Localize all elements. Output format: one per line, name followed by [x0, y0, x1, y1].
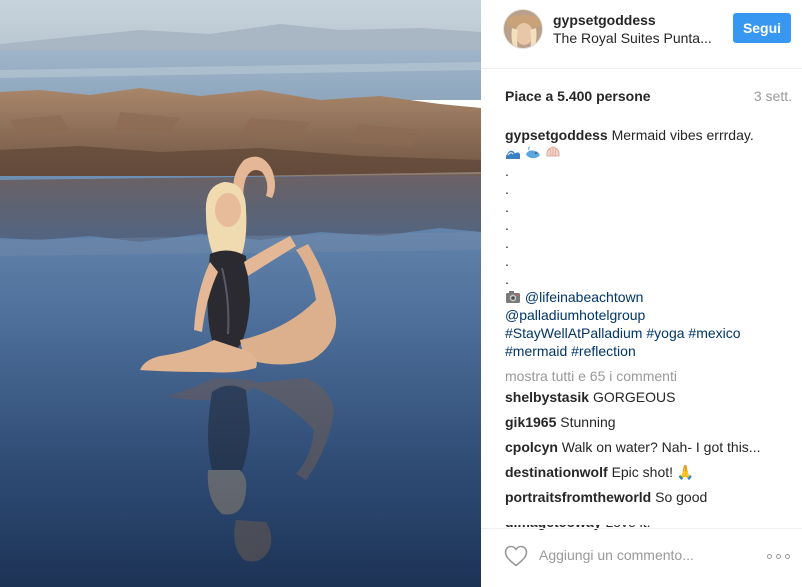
- shell-emoji: [546, 146, 560, 157]
- post-author[interactable]: gypsetgoddess: [553, 12, 656, 28]
- caption-emojis: [505, 144, 791, 162]
- caption-author[interactable]: gypsetgoddess: [505, 127, 608, 143]
- hashtag-link[interactable]: #mermaid: [505, 343, 567, 359]
- caption-dot: .: [505, 235, 509, 251]
- post-header: gypsetgoddess The Royal Suites Punta... …: [481, 0, 802, 69]
- add-comment-input[interactable]: [539, 547, 739, 563]
- camera-emoji: [506, 291, 520, 303]
- post-caption: gypsetgoddess Mermaid vibes errrday. . .…: [505, 126, 791, 360]
- comment-author[interactable]: gik1965: [505, 414, 556, 430]
- post-details-panel: gypsetgoddess The Royal Suites Punta... …: [481, 0, 802, 587]
- post-actions: [481, 528, 802, 587]
- comment-text: GORGEOUS: [592, 389, 676, 405]
- comment-author[interactable]: portraitsfromtheworld: [505, 489, 651, 505]
- avatar[interactable]: [503, 9, 543, 49]
- comment-text: So good: [655, 489, 708, 505]
- comment-item: destinationwolf Epic shot! 🙏: [505, 460, 791, 485]
- caption-text: Mermaid vibes errrday.: [611, 127, 754, 143]
- comment-item: shelbystasik GORGEOUS: [505, 385, 791, 410]
- heart-icon[interactable]: [503, 544, 529, 568]
- caption-dot: .: [505, 181, 509, 197]
- comment-text: Epic shot! 🙏: [611, 464, 695, 480]
- show-all-comments-link[interactable]: mostra tutti e 65 i commenti: [505, 367, 791, 385]
- post-location[interactable]: The Royal Suites Punta...: [553, 30, 712, 46]
- whale-emoji: [525, 146, 540, 159]
- comment-text: Stunning: [560, 414, 616, 430]
- caption-dot: .: [505, 271, 509, 287]
- comments-scroll-edge: [481, 513, 802, 525]
- comment-item: gik1965 Stunning: [505, 410, 791, 435]
- comment-author[interactable]: cpolcyn: [505, 439, 558, 455]
- heart-icon-shape: [504, 545, 528, 567]
- caption-dot: .: [505, 217, 509, 233]
- mention-link[interactable]: @palladiumhotelgroup: [505, 307, 645, 323]
- comment-item: portraitsfromtheworld So good: [505, 485, 791, 510]
- caption-dot: .: [505, 199, 509, 215]
- comment-item: cpolcyn Walk on water? Nah- I got this..…: [505, 435, 791, 460]
- post-time[interactable]: 3 sett.: [754, 88, 792, 104]
- mention-link[interactable]: @lifeinabeachtown: [525, 289, 644, 305]
- hashtag-link[interactable]: #mexico: [688, 325, 740, 341]
- follow-button[interactable]: Segui: [733, 13, 791, 43]
- post-image: [0, 0, 481, 587]
- hashtag-link[interactable]: #yoga: [646, 325, 684, 341]
- hashtag-link[interactable]: #StayWellAtPalladium: [505, 325, 642, 341]
- comments-list: mostra tutti e 65 i commenti shelbystasi…: [505, 367, 791, 535]
- more-options-icon[interactable]: [767, 553, 793, 561]
- hashtag-link[interactable]: #reflection: [571, 343, 636, 359]
- likes-count[interactable]: Piace a 5.400 persone: [505, 88, 651, 104]
- caption-dot: .: [505, 253, 509, 269]
- comment-author[interactable]: shelbystasik: [505, 389, 589, 405]
- post-photo[interactable]: [0, 0, 481, 587]
- comment-author[interactable]: destinationwolf: [505, 464, 608, 480]
- caption-dot: .: [505, 163, 509, 179]
- avatar-image: [504, 10, 542, 48]
- wave-emoji: [506, 150, 520, 159]
- comment-text: Walk on water? Nah- I got this...: [561, 439, 761, 455]
